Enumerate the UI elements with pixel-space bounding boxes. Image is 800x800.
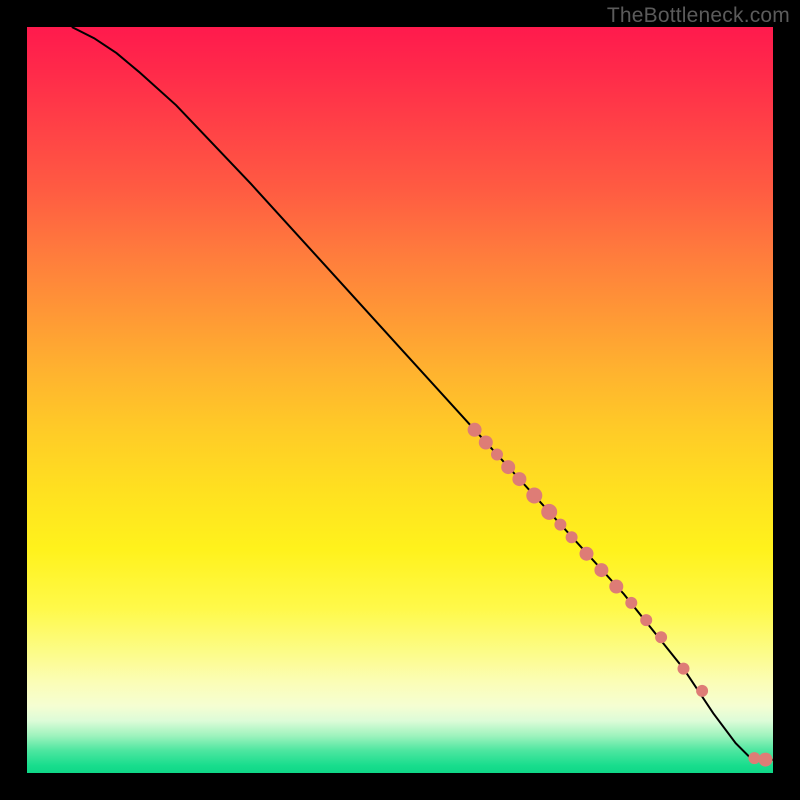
data-point — [479, 436, 493, 450]
data-point — [594, 563, 608, 577]
data-point — [696, 685, 708, 697]
data-point — [526, 488, 542, 504]
data-point — [655, 631, 667, 643]
chart-stage: TheBottleneck.com — [0, 0, 800, 800]
data-point — [640, 614, 652, 626]
data-point — [580, 547, 594, 561]
watermark-text: TheBottleneck.com — [607, 4, 790, 28]
data-point — [554, 519, 566, 531]
data-point — [609, 580, 623, 594]
data-point — [748, 752, 760, 764]
chart-svg — [27, 27, 773, 773]
data-point — [541, 504, 557, 520]
data-point — [678, 663, 690, 675]
plot-area — [27, 27, 773, 773]
data-point — [468, 423, 482, 437]
data-point — [625, 597, 637, 609]
point-cluster — [468, 423, 773, 767]
data-point — [759, 753, 773, 767]
data-point — [512, 472, 526, 486]
data-point — [566, 531, 578, 543]
data-point — [501, 460, 515, 474]
data-point — [491, 449, 503, 461]
curve-line — [72, 27, 773, 762]
